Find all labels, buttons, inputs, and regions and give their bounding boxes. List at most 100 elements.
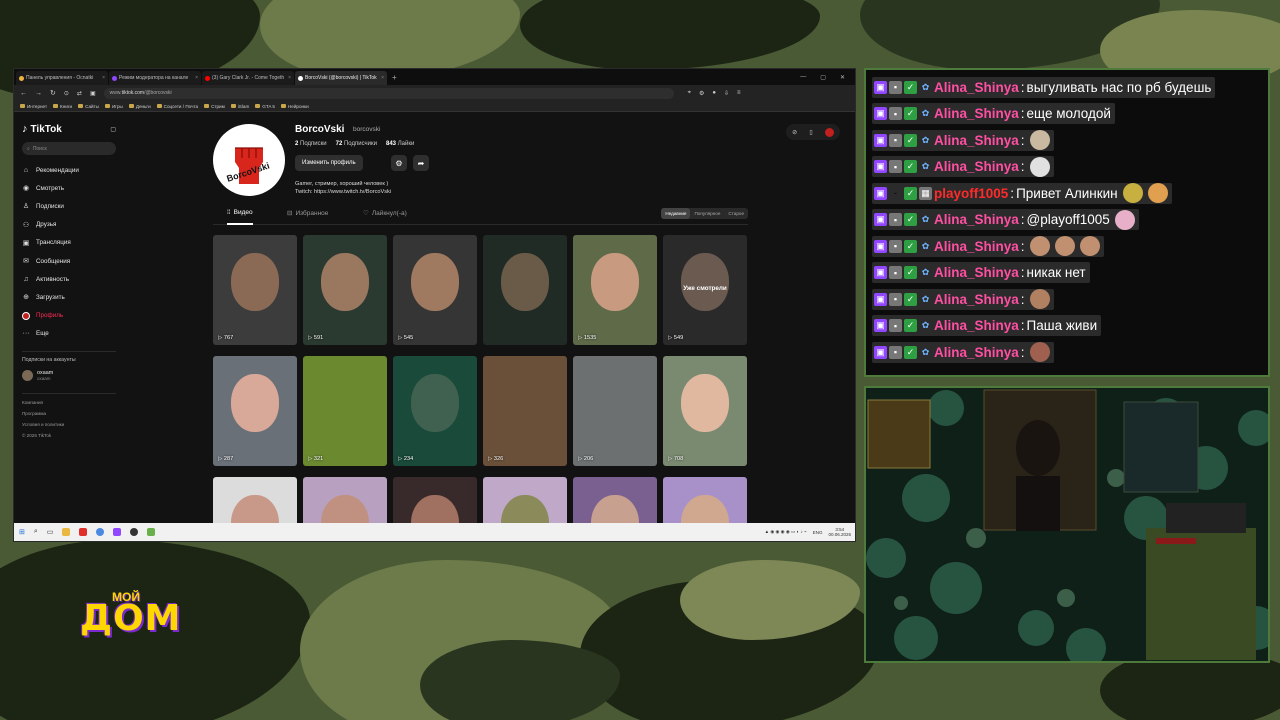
- chat-username[interactable]: Alina_Shinya: [934, 265, 1019, 280]
- video-tile[interactable]: ▷ 1535: [573, 235, 657, 345]
- app-icon[interactable]: [147, 528, 156, 536]
- browser-tab-3[interactable]: BorcoVski (@borcovski) | TikTok ×: [295, 71, 387, 85]
- browser-tab-0[interactable]: Панель управления - Ocnatki ×: [16, 71, 108, 85]
- close-icon[interactable]: ×: [102, 75, 105, 81]
- obs-icon[interactable]: [130, 528, 139, 536]
- bookmark-7[interactable]: iSlam: [230, 104, 249, 109]
- explorer-icon[interactable]: [62, 528, 71, 536]
- share-icon[interactable]: ⇄: [77, 90, 82, 97]
- chat-username[interactable]: Alina_Shinya: [934, 133, 1019, 148]
- video-tile[interactable]: ▷ 326: [483, 356, 567, 466]
- sidebar-item-6[interactable]: ♫ Активность: [22, 270, 116, 288]
- close-icon[interactable]: ×: [195, 75, 198, 81]
- video-tile[interactable]: ▷ 234: [393, 356, 477, 466]
- tiktok-logo[interactable]: ♪ TikTok ▢: [22, 122, 116, 136]
- sort-oldest[interactable]: Старое: [724, 208, 748, 219]
- bookmark-8[interactable]: GTA 5: [255, 104, 275, 109]
- translate-icon[interactable]: ⌖: [688, 90, 691, 97]
- chat-username[interactable]: Alina_Shinya: [934, 80, 1019, 95]
- edit-profile-button[interactable]: Изменить профиль: [295, 155, 363, 171]
- following-stat[interactable]: 2 Подписки: [295, 141, 327, 147]
- shield-icon[interactable]: ⊙: [64, 90, 69, 97]
- chat-username[interactable]: Alina_Shinya: [934, 292, 1019, 307]
- followers-stat[interactable]: 72 Подписчики: [336, 141, 377, 147]
- forward-icon[interactable]: →: [35, 90, 42, 97]
- windows-start-icon[interactable]: ⊞: [19, 528, 25, 536]
- sidebar-item-9[interactable]: ··· Еще: [22, 325, 116, 343]
- sidebar-item-5[interactable]: ✉ Сообщения: [22, 252, 116, 270]
- maximize-icon[interactable]: ▢: [820, 74, 826, 81]
- video-tile[interactable]: ▷ 287: [213, 356, 297, 466]
- download-icon[interactable]: ⇩: [724, 90, 729, 97]
- twitch-icon[interactable]: [113, 528, 122, 536]
- footer-link-terms[interactable]: Условия и политики: [22, 422, 116, 427]
- reload-icon[interactable]: ↻: [50, 89, 56, 97]
- video-tile[interactable]: ▷ 321: [303, 356, 387, 466]
- chat-username[interactable]: Alina_Shinya: [934, 345, 1019, 360]
- footer-link-company[interactable]: Компания: [22, 400, 116, 405]
- video-tile[interactable]: ▷ 545: [393, 235, 477, 345]
- bookmark-5[interactable]: Соцсети / Почта: [156, 104, 198, 109]
- chat-username[interactable]: Alina_Shinya: [934, 318, 1019, 333]
- sidebar-item-1[interactable]: ◉ Смотреть: [22, 179, 116, 197]
- bio-link[interactable]: Twitch: https://www.twitch.tv/BorcoVski: [295, 188, 391, 196]
- sidebar-item-4[interactable]: ▣ Трансляция: [22, 234, 116, 252]
- video-tile[interactable]: [483, 235, 567, 345]
- search-input[interactable]: ⌕ Поиск: [22, 142, 116, 155]
- following-account[interactable]: oxaam oxaam: [22, 369, 116, 381]
- minimize-icon[interactable]: —: [800, 74, 806, 81]
- tab-liked[interactable]: ♡ Лайкнул(-а): [363, 209, 407, 218]
- sort-popular[interactable]: Популярное: [690, 208, 724, 219]
- profile-icon[interactable]: ●: [712, 90, 716, 97]
- language-indicator[interactable]: ENG: [813, 530, 823, 535]
- youtube-icon[interactable]: [79, 528, 88, 536]
- sort-recent[interactable]: Недавние: [661, 208, 691, 219]
- browser-tab-2[interactable]: (3) Gary Clark Jr. - Come Togeth ×: [202, 71, 294, 85]
- sidebar-item-0[interactable]: ⌂ Рекомендации: [22, 161, 116, 179]
- close-window-icon[interactable]: ✕: [840, 74, 845, 81]
- chat-username[interactable]: playoff1005: [934, 186, 1008, 201]
- browser-tab-1[interactable]: Режим модератора на канале ×: [109, 71, 201, 85]
- bookmark-6[interactable]: Стрим: [204, 104, 225, 109]
- bookmark-4[interactable]: Деньги: [128, 104, 151, 109]
- avatar[interactable]: [824, 127, 834, 137]
- menu-icon[interactable]: ≡: [737, 90, 741, 97]
- chat-username[interactable]: Alina_Shinya: [934, 106, 1019, 121]
- close-icon[interactable]: ×: [381, 75, 384, 81]
- back-icon[interactable]: ←: [20, 90, 27, 97]
- collapse-icon[interactable]: ▢: [110, 126, 116, 133]
- sidebar-item-7[interactable]: ⊕ Загрузить: [22, 288, 116, 306]
- share-button[interactable]: ➦: [413, 155, 429, 171]
- chrome-icon[interactable]: [96, 528, 105, 536]
- footer-link-program[interactable]: Программа: [22, 411, 116, 416]
- sidebar-item-3[interactable]: ⚇ Друзья: [22, 216, 116, 234]
- new-tab-button[interactable]: +: [388, 73, 401, 82]
- bookmark-1[interactable]: Книги: [53, 104, 72, 109]
- extension-icon[interactable]: ⚙: [699, 90, 704, 97]
- video-tile[interactable]: ▷ 591: [303, 235, 387, 345]
- phone-icon[interactable]: ▯: [809, 129, 812, 136]
- bookmark-0[interactable]: Интернет: [20, 104, 47, 109]
- coin-icon[interactable]: ⊘: [792, 129, 797, 136]
- video-tile[interactable]: ▷ 708: [663, 356, 747, 466]
- profile-avatar[interactable]: BorcoVski: [213, 124, 285, 196]
- video-tile[interactable]: Уже смотрели ▷ 549: [663, 235, 747, 345]
- close-icon[interactable]: ×: [288, 75, 291, 81]
- bookmark-3[interactable]: Игры: [104, 104, 123, 109]
- task-view-icon[interactable]: ▭: [47, 528, 54, 536]
- bookmark-2[interactable]: Сайты: [78, 104, 99, 109]
- tray-icons[interactable]: ▲ ◉ ◉ ◉ ◉ ▭ ◐ ♪ ⌁: [765, 529, 807, 535]
- video-tile[interactable]: ▷ 767: [213, 235, 297, 345]
- sidebar-item-8[interactable]: Профиль: [22, 307, 116, 325]
- bookmark-9[interactable]: Нейронки: [280, 104, 309, 109]
- chat-username[interactable]: Alina_Shinya: [934, 159, 1019, 174]
- sidebar-item-2[interactable]: ♙ Подписки: [22, 197, 116, 215]
- settings-button[interactable]: ⚙: [391, 155, 407, 171]
- search-icon[interactable]: ⌕: [34, 528, 38, 536]
- clock[interactable]: 3:54 00.06.2026: [828, 527, 851, 537]
- video-tile[interactable]: ▷ 206: [573, 356, 657, 466]
- chat-username[interactable]: Alina_Shinya: [934, 239, 1019, 254]
- url-bar[interactable]: www. tiktok.com/@borcovski: [103, 87, 674, 99]
- tab-favorites[interactable]: ⊟ Избранное: [287, 209, 328, 218]
- chat-username[interactable]: Alina_Shinya: [934, 212, 1019, 227]
